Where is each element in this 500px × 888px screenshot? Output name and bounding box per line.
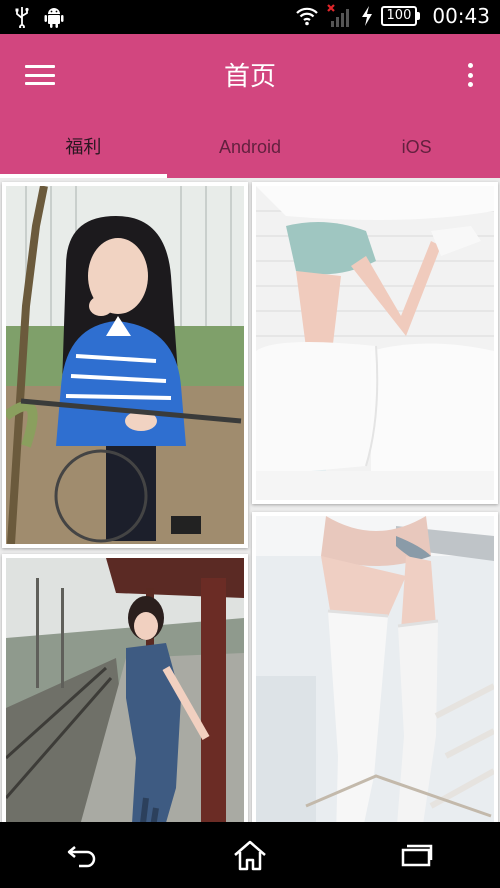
battery-level: 100 xyxy=(380,6,418,26)
status-bar: 100 00:43 xyxy=(0,0,500,34)
tab-android[interactable]: Android xyxy=(167,124,334,178)
photo-girl-railway-platform xyxy=(6,558,244,822)
clock: 00:43 xyxy=(432,4,490,28)
tab-ios[interactable]: iOS xyxy=(333,124,500,178)
usb-icon xyxy=(14,6,30,28)
photo-card[interactable] xyxy=(252,512,498,822)
navigation-bar xyxy=(0,822,500,888)
tab-fuli[interactable]: 福利 xyxy=(0,124,167,178)
charging-icon xyxy=(361,5,373,27)
back-icon[interactable] xyxy=(53,830,113,880)
photo-card[interactable] xyxy=(2,554,248,822)
tab-bar: 福利 Android iOS xyxy=(0,124,500,178)
more-vert-icon[interactable] xyxy=(458,60,482,90)
photo-card[interactable] xyxy=(252,182,498,504)
photo-white-stockings xyxy=(256,516,494,822)
page-title: 首页 xyxy=(223,62,276,92)
signal-no-sim-icon xyxy=(326,4,353,28)
android-debug-icon xyxy=(44,6,64,28)
photo-girl-bicycle xyxy=(6,186,244,544)
photo-grid xyxy=(0,178,500,822)
wifi-icon xyxy=(295,6,319,26)
battery-indicator: 100 xyxy=(380,6,421,26)
app-bar: 首页 福利 Android iOS xyxy=(0,34,500,178)
photo-legs-white-sofa xyxy=(256,186,494,500)
photo-card[interactable] xyxy=(2,182,248,548)
recents-icon[interactable] xyxy=(387,830,447,880)
home-icon[interactable] xyxy=(220,830,280,880)
